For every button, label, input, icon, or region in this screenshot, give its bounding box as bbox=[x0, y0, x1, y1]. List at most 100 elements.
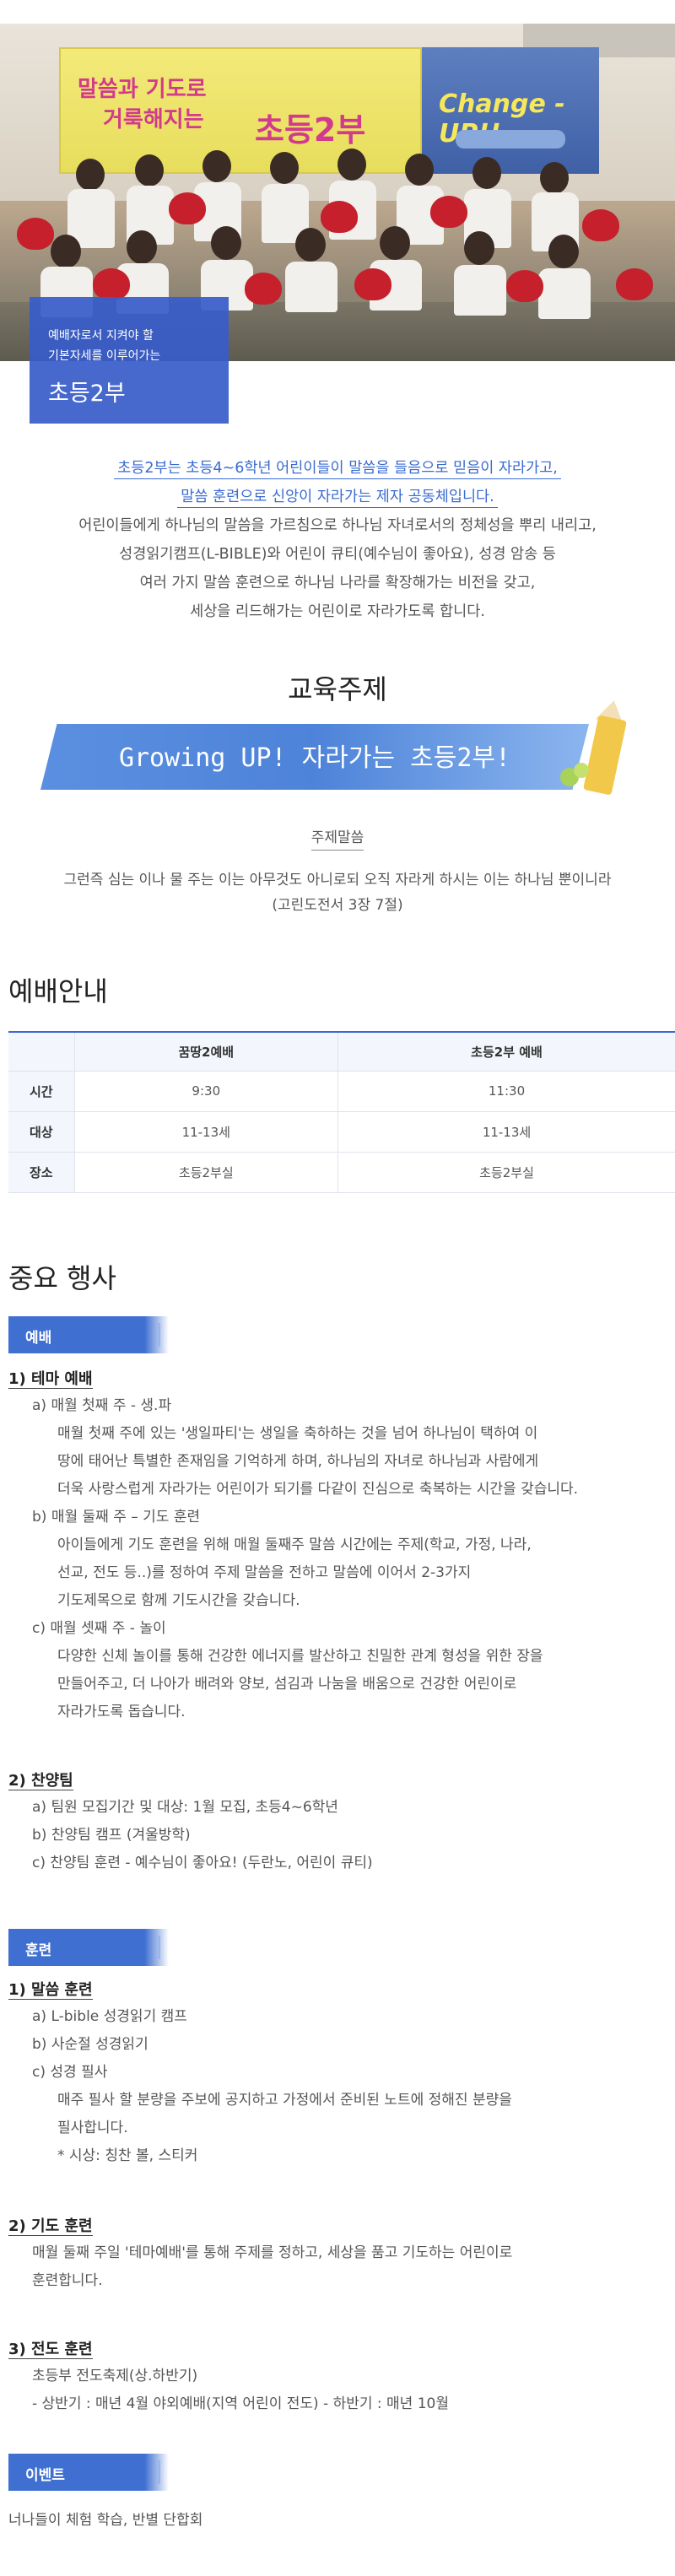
word-c-line: * 시상: 칭찬 볼, 스티커 bbox=[57, 2147, 198, 2164]
table-cell: 9:30 bbox=[73, 1071, 338, 1112]
hero-card-sub-1: 예배자로서 지켜야 할 bbox=[48, 329, 154, 343]
heart-sign bbox=[169, 192, 206, 224]
heart-sign bbox=[17, 218, 54, 250]
verse-text: 그런즉 심는 이나 물 주는 이는 아무것도 아니로되 오직 자라게 하시는 이… bbox=[63, 872, 612, 888]
heart-sign bbox=[321, 201, 358, 233]
table-cell: 11:30 bbox=[338, 1071, 675, 1112]
intro-section: 초등2부는 초등4~6학년 어린이들이 말씀을 들음으로 믿음이 자라가고, 말… bbox=[0, 454, 675, 626]
child-head bbox=[540, 162, 569, 194]
child-head bbox=[51, 235, 81, 268]
child-head bbox=[270, 152, 299, 184]
item-c-line: 만들어주고, 더 나아가 배려와 양보, 섬김과 나눔을 배움으로 건강한 어린… bbox=[57, 1676, 517, 1693]
word-training-heading: 1) 말씀 훈련 bbox=[8, 1981, 93, 2000]
child-head bbox=[211, 226, 241, 260]
events-title: 중요 행사 bbox=[8, 1262, 116, 1294]
hero-card-title: 초등2부 bbox=[48, 381, 126, 407]
heart-sign bbox=[616, 268, 653, 300]
sprout-icon bbox=[574, 763, 589, 778]
heart-sign bbox=[582, 209, 619, 241]
table-row: 대상 11-13세 11-13세 bbox=[8, 1111, 675, 1153]
child-head bbox=[127, 230, 157, 264]
verse-label: 주제말씀 bbox=[310, 829, 364, 851]
table-row: 장소 초등2부실 초등2부실 bbox=[8, 1152, 675, 1193]
intro-line: 성경읽기캠프(L-BIBLE)와 어린이 큐티(예수님이 좋아요), 성경 암송… bbox=[119, 546, 556, 563]
verse-reference: (고린도전서 3장 7절) bbox=[272, 897, 403, 914]
table-cell: 11-13세 bbox=[338, 1111, 675, 1153]
intro-line: 어린이들에게 하나님의 말씀을 가르침으로 하나님 자녀로서의 정체성을 뿌리 … bbox=[78, 517, 597, 534]
intro-line: 세상을 리드해가는 어린이로 자라가도록 합니다. bbox=[190, 603, 485, 620]
child-shirt bbox=[285, 262, 338, 312]
child-shirt bbox=[454, 265, 506, 316]
item-b-title: b) 매월 둘째 주 – 기도 훈련 bbox=[32, 1509, 201, 1526]
choir-heading: 2) 찬양팀 bbox=[8, 1772, 73, 1790]
theme-verse: 그런즉 심는 이나 물 주는 이는 아무것도 아니로되 오직 자라게 하시는 이… bbox=[0, 867, 675, 918]
theme-text: Growing UP! 자라가는 초등2부! bbox=[118, 743, 511, 773]
table-corner bbox=[8, 1031, 74, 1072]
table-cell: 초등2부실 bbox=[73, 1152, 338, 1193]
item-b-line: 기도제목으로 함께 기도시간을 갖습니다. bbox=[57, 1592, 300, 1609]
heart-sign bbox=[354, 268, 392, 300]
child-head bbox=[338, 149, 366, 181]
child-head bbox=[295, 228, 326, 262]
item-a-line: 더욱 사랑스럽게 자라가는 어린이가 되기를 다같이 진심으로 축복하는 시간을… bbox=[57, 1481, 579, 1498]
child-head bbox=[472, 157, 501, 189]
table-cell: 11-13세 bbox=[73, 1111, 338, 1153]
child-head bbox=[548, 235, 579, 268]
tab-training: 훈련 bbox=[8, 1929, 169, 1966]
heart-sign bbox=[430, 196, 467, 228]
item-c-line: 자라가도록 돕습니다. bbox=[57, 1704, 186, 1720]
child-head bbox=[202, 150, 231, 182]
banner-left-line1: 말씀과 기도로 bbox=[78, 77, 207, 102]
choir-item: b) 찬양팀 캠프 (겨울방학) bbox=[32, 1827, 191, 1844]
worship-table: 꿈땅2예배 초등2부 예배 시간 9:30 11:30 대상 11-13세 11… bbox=[8, 1031, 675, 1193]
child-head bbox=[405, 154, 434, 186]
theme-worship-heading: 1) 테마 예배 bbox=[8, 1370, 93, 1389]
intro-line: 여러 가지 말씀 훈련으로 하나님 나라를 확장해가는 비전을 갖고, bbox=[139, 575, 536, 591]
heart-sign bbox=[245, 273, 282, 305]
prayer-line: 훈련합니다. bbox=[32, 2272, 103, 2289]
heart-sign bbox=[506, 270, 543, 302]
evangelism-line: - 상반기 : 매년 4월 야외예배(지역 어린이 전도) - 하반기 : 매년… bbox=[32, 2395, 450, 2412]
table-row: 시간 9:30 11:30 bbox=[8, 1071, 675, 1112]
prayer-training-heading: 2) 기도 훈련 bbox=[8, 2217, 93, 2236]
item-b-line: 아이들에게 기도 훈련을 위해 매월 둘째주 말씀 시간에는 주제(학교, 가정… bbox=[57, 1536, 532, 1553]
intro-highlight-1: 초등2부는 초등4~6학년 어린이들이 말씀을 들음으로 믿음이 자라가고, bbox=[114, 460, 561, 479]
row-header: 시간 bbox=[8, 1071, 74, 1112]
child-head bbox=[380, 226, 410, 260]
item-c-title: c) 매월 셋째 주 - 놀이 bbox=[32, 1620, 166, 1637]
prayer-line: 매월 둘째 주일 '테마예배'를 통해 주제를 정하고, 세상을 품고 기도하는… bbox=[32, 2244, 513, 2261]
intro-highlight-2: 말씀 훈련으로 신앙이 자라가는 제자 공동체입니다. bbox=[177, 489, 498, 508]
child-head bbox=[464, 231, 494, 265]
item-b-line: 선교, 전도 등..)를 정하여 주제 말씀을 전하고 말씀에 이어서 2-3가… bbox=[57, 1564, 472, 1581]
child-head bbox=[76, 159, 105, 191]
item-a-line: 매월 첫째 주에 있는 '생일파티'는 생일을 축하하는 것을 넘어 하나님이 … bbox=[57, 1425, 538, 1442]
choir-item: a) 팀원 모집기간 및 대상: 1월 모집, 초등4~6학년 bbox=[32, 1799, 338, 1816]
evangelism-line: 초등부 전도축제(상.하반기) bbox=[32, 2368, 198, 2384]
word-item: c) 성경 필사 bbox=[32, 2064, 108, 2081]
table-cell: 초등2부실 bbox=[338, 1152, 675, 1193]
row-header: 대상 bbox=[8, 1111, 74, 1153]
item-a-line: 땅에 태어난 특별한 존재임을 기억하게 하며, 하나님의 자녀로 하나님과 사… bbox=[57, 1453, 539, 1470]
banner-left-line2: 거룩해지는 bbox=[103, 107, 204, 132]
item-c-line: 다양한 신체 놀이를 통해 건강한 에너지를 발산하고 친밀한 관계 형성을 위… bbox=[57, 1648, 543, 1665]
worship-title: 예배안내 bbox=[8, 975, 108, 1007]
pencil-icon bbox=[560, 697, 633, 796]
event-text: 너나들이 체험 학습, 반별 단합회 bbox=[8, 2512, 203, 2529]
word-item: a) L-bible 성경읽기 캠프 bbox=[32, 2008, 187, 2025]
word-item: b) 사순절 성경읽기 bbox=[32, 2036, 148, 2053]
column-header: 초등2부 예배 bbox=[338, 1031, 675, 1072]
row-header: 장소 bbox=[8, 1152, 74, 1193]
child-shirt bbox=[538, 268, 591, 319]
child-head bbox=[135, 154, 164, 186]
choir-item: c) 찬양팀 훈련 - 예수님이 좋아요! (두란노, 어린이 큐티) bbox=[32, 1855, 373, 1871]
heart-sign bbox=[93, 268, 130, 300]
table-header-row: 꿈땅2예배 초등2부 예배 bbox=[8, 1031, 675, 1072]
word-c-line: 매주 필사 할 분량을 주보에 공지하고 가정에서 준비된 노트에 정해진 분량… bbox=[57, 2092, 512, 2109]
tab-event: 이벤트 bbox=[8, 2454, 169, 2491]
item-a-title: a) 매월 첫째 주 - 생.파 bbox=[32, 1397, 172, 1414]
hero-card: 예배자로서 지켜야 할 기본자세를 이루어가는 초등2부 bbox=[30, 297, 229, 424]
hero-card-sub-2: 기본자세를 이루어가는 bbox=[48, 349, 161, 363]
tab-worship: 예배 bbox=[8, 1316, 169, 1353]
evangelism-training-heading: 3) 전도 훈련 bbox=[8, 2341, 93, 2359]
word-c-line: 필사합니다. bbox=[57, 2120, 128, 2136]
